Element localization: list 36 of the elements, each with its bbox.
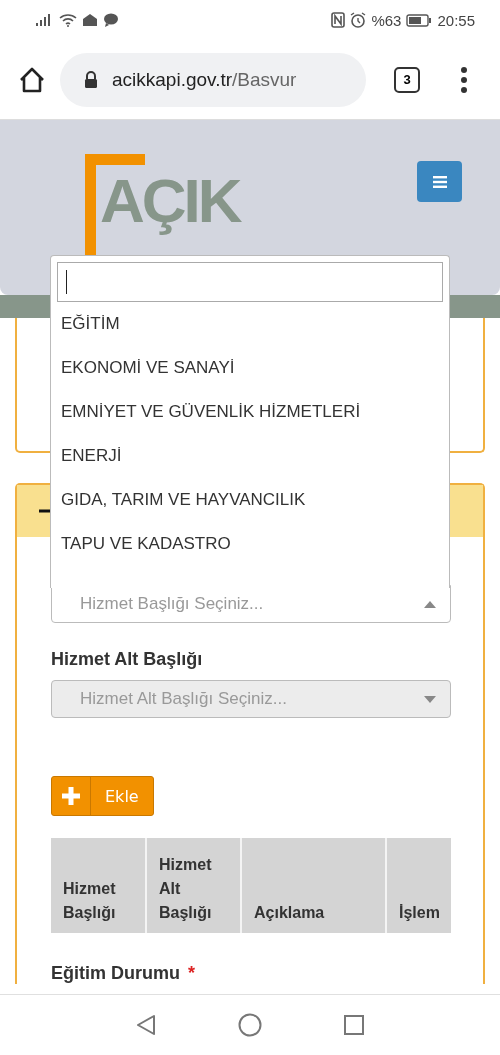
lock-icon	[84, 70, 98, 89]
battery-icon	[406, 13, 433, 27]
address-bar[interactable]: acikkapi.gov.tr/Basvur	[60, 52, 366, 107]
plus-icon	[62, 787, 80, 805]
column-header: Hizmet Alt Başlığı	[147, 838, 240, 933]
dropdown-option[interactable]: EMNİYET VE GÜVENLİK HİZMETLERİ	[57, 390, 443, 434]
home-circle-icon[interactable]	[238, 1013, 262, 1037]
menu-button[interactable]	[417, 161, 462, 202]
recents-icon[interactable]	[344, 1015, 364, 1035]
tab-count-button[interactable]: 3	[394, 66, 420, 93]
field-label: Hizmet Alt Başlığı	[51, 649, 203, 670]
dropdown-option[interactable]: GIDA, TARIM VE HAYVANCILIK	[57, 478, 443, 522]
caret-icon	[424, 600, 436, 608]
alarm-icon	[350, 12, 367, 28]
dropdown-option[interactable]: EKONOMİ VE SANAYİ	[57, 346, 443, 390]
back-icon[interactable]	[136, 1014, 156, 1036]
column-header: Hizmet Başlığı	[51, 838, 145, 933]
dropdown-option[interactable]: EĞİTİM	[57, 302, 443, 346]
search-field[interactable]	[57, 262, 443, 302]
dropdown-option[interactable]: TAPU VE KADASTRO	[57, 522, 443, 566]
nfc-icon	[331, 12, 346, 28]
clock-time: 20:55	[437, 11, 475, 29]
hamburger-icon	[432, 175, 447, 188]
column-header: Açıklama	[242, 838, 385, 933]
chat-icon	[103, 13, 119, 27]
home-signal-icon	[82, 13, 98, 27]
dropdown-option[interactable]: ENERJİ	[57, 434, 443, 478]
wifi-icon	[59, 13, 77, 27]
menu-icon[interactable]	[460, 66, 468, 93]
required-mark: *	[188, 963, 195, 984]
url-text: acikkapi.gov.tr/Basvur	[112, 68, 297, 91]
field-label: Eğitim Durumu	[51, 963, 180, 984]
caret-icon	[424, 695, 436, 703]
column-header: İşlem	[387, 838, 451, 933]
home-icon[interactable]	[18, 65, 46, 94]
battery-percent: %63	[371, 11, 402, 29]
